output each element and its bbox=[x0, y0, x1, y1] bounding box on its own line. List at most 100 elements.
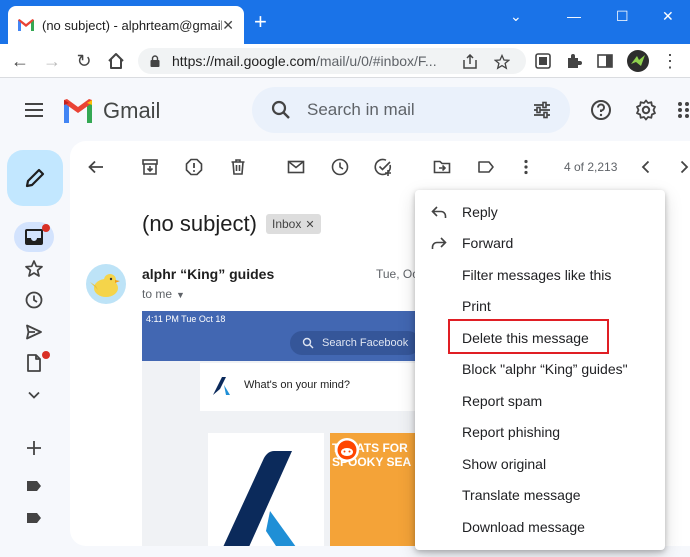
close-window-button[interactable]: ✕ bbox=[662, 8, 674, 25]
add-to-tasks-icon[interactable] bbox=[373, 157, 393, 177]
pencil-icon bbox=[25, 168, 45, 188]
sender-avatar[interactable] bbox=[86, 264, 126, 304]
archive-icon[interactable] bbox=[140, 157, 160, 177]
recipient-details[interactable]: to me ▼ bbox=[142, 287, 185, 301]
back-icon[interactable]: ← bbox=[10, 51, 30, 71]
menu-item-label: Translate message bbox=[462, 487, 581, 503]
menu-item-translate-message[interactable]: Translate message bbox=[415, 481, 665, 509]
menu-item-label: Download message bbox=[462, 519, 585, 535]
extensions-puzzle-icon[interactable] bbox=[565, 52, 583, 70]
starred-icon[interactable] bbox=[24, 259, 44, 279]
menu-item-report-phishing[interactable]: Report phishing bbox=[415, 418, 665, 446]
delete-highlight-box bbox=[448, 319, 609, 354]
menu-item-reply[interactable]: Reply bbox=[415, 198, 665, 226]
home-icon[interactable] bbox=[106, 51, 126, 71]
minimize-button[interactable]: — bbox=[567, 8, 581, 24]
newer-chevron-left-icon[interactable] bbox=[636, 157, 656, 177]
menu-item-label: Forward bbox=[462, 235, 514, 251]
reddit-badge-icon bbox=[335, 438, 359, 462]
menu-item-show-original[interactable]: Show original bbox=[415, 450, 665, 478]
profile-avatar[interactable] bbox=[627, 50, 649, 72]
message-subject: (no subject) bbox=[142, 211, 257, 236]
labels-icon[interactable] bbox=[476, 157, 496, 177]
menu-item-download-message[interactable]: Download message bbox=[415, 513, 665, 541]
tab-search-chevron-icon[interactable]: ⌄ bbox=[510, 8, 522, 25]
side-panel-icon[interactable] bbox=[596, 52, 614, 70]
facebook-post-logo-card bbox=[208, 433, 324, 546]
label-tag-icon[interactable] bbox=[24, 476, 44, 496]
search-icon[interactable] bbox=[270, 99, 292, 121]
report-spam-icon[interactable] bbox=[184, 157, 204, 177]
extension-screenshot-icon[interactable] bbox=[534, 52, 552, 70]
menu-item-label: Report phishing bbox=[462, 424, 561, 440]
menu-item-report-spam[interactable]: Report spam bbox=[415, 387, 665, 415]
gmail-header: Gmail bbox=[0, 79, 690, 141]
maximize-button[interactable]: ☐ bbox=[616, 8, 629, 25]
message-pager: 4 of 2,213 bbox=[564, 160, 618, 174]
forward-icon bbox=[431, 237, 447, 249]
menu-item-label: Block "alphr “King” guides" bbox=[462, 361, 628, 377]
label-tag-icon-2[interactable] bbox=[24, 508, 44, 528]
inbox-label-chip: Inbox ✕ bbox=[266, 214, 321, 234]
search-options-icon[interactable] bbox=[532, 100, 552, 120]
back-to-inbox-arrow-icon[interactable] bbox=[86, 157, 106, 177]
inbox-unread-dot bbox=[42, 224, 50, 232]
composer-prompt: What's on your mind? bbox=[244, 379, 351, 391]
alphr-logo-icon bbox=[213, 377, 230, 395]
mark-unread-envelope-icon[interactable] bbox=[286, 157, 306, 177]
drafts-unread-dot bbox=[42, 351, 50, 359]
gmail-logo-icon bbox=[64, 99, 92, 123]
snoozed-clock-icon[interactable] bbox=[24, 290, 44, 310]
omnibox[interactable]: https://mail.google.com/mail/u/0/#inbox/… bbox=[138, 48, 526, 74]
remove-label-icon[interactable]: ✕ bbox=[305, 219, 314, 231]
bookmark-star-icon[interactable] bbox=[494, 54, 510, 70]
more-chevron-icon[interactable] bbox=[24, 385, 44, 405]
settings-gear-icon[interactable] bbox=[635, 99, 657, 121]
menu-item-block-sender[interactable]: Block "alphr “King” guides" bbox=[415, 355, 665, 383]
share-icon[interactable] bbox=[462, 54, 478, 70]
browser-menu-icon[interactable]: ⋮ bbox=[660, 51, 680, 71]
browser-tab[interactable]: (no subject) - alphrteam@gmail.com ✕ bbox=[8, 6, 244, 44]
delete-trash-icon[interactable] bbox=[228, 157, 248, 177]
browser-toolbar: ← → ↻ https://mail.google.com/mail/u/0/#… bbox=[0, 44, 690, 78]
label-chip-text: Inbox bbox=[272, 217, 302, 231]
facebook-search-text: Search Facebook bbox=[322, 337, 409, 349]
apps-grid-icon[interactable] bbox=[676, 99, 690, 121]
more-vertical-icon[interactable] bbox=[516, 157, 536, 177]
menu-item-forward[interactable]: Forward bbox=[415, 229, 665, 257]
profile-image-icon bbox=[631, 55, 645, 66]
reply-icon bbox=[431, 206, 447, 218]
tab-title: (no subject) - alphrteam@gmail.com bbox=[42, 17, 222, 33]
menu-item-label: Print bbox=[462, 298, 491, 314]
reload-icon[interactable]: ↻ bbox=[74, 51, 94, 71]
forward-nav-icon[interactable]: → bbox=[42, 51, 62, 71]
inbox-icon[interactable] bbox=[24, 227, 44, 247]
new-tab-button[interactable]: + bbox=[254, 11, 267, 33]
search-input[interactable] bbox=[307, 87, 507, 133]
url-text: https://mail.google.com/mail/u/0/#inbox/… bbox=[172, 53, 437, 69]
recipient-dropdown-icon: ▼ bbox=[176, 290, 185, 300]
menu-item-label: Show original bbox=[462, 456, 547, 472]
browser-titlebar: (no subject) - alphrteam@gmail.com ✕ + ⌄… bbox=[0, 0, 690, 44]
move-to-folder-icon[interactable] bbox=[432, 157, 452, 177]
snooze-clock-icon[interactable] bbox=[330, 157, 350, 177]
sender-name[interactable]: alphr “King” guides bbox=[142, 266, 274, 282]
lock-icon bbox=[150, 55, 160, 67]
menu-item-label: Filter messages like this bbox=[462, 267, 612, 283]
drafts-icon[interactable] bbox=[24, 353, 44, 373]
main-menu-icon[interactable] bbox=[25, 103, 43, 117]
older-chevron-right-icon[interactable] bbox=[674, 157, 690, 177]
gmail-wordmark: Gmail bbox=[103, 98, 161, 123]
support-icon[interactable] bbox=[590, 99, 612, 121]
compose-button[interactable] bbox=[7, 150, 63, 206]
alphr-large-logo-icon bbox=[223, 451, 296, 546]
sent-icon[interactable] bbox=[24, 322, 44, 342]
facebook-search-icon bbox=[302, 337, 314, 349]
create-label-plus-icon[interactable] bbox=[24, 438, 44, 458]
tab-close-icon[interactable]: ✕ bbox=[222, 17, 234, 34]
search-bar bbox=[252, 87, 570, 133]
gmail-favicon-icon bbox=[18, 19, 34, 31]
recipient-text: to me bbox=[142, 287, 173, 301]
menu-item-filter-messages[interactable]: Filter messages like this bbox=[415, 261, 665, 289]
menu-item-print[interactable]: Print bbox=[415, 292, 665, 320]
